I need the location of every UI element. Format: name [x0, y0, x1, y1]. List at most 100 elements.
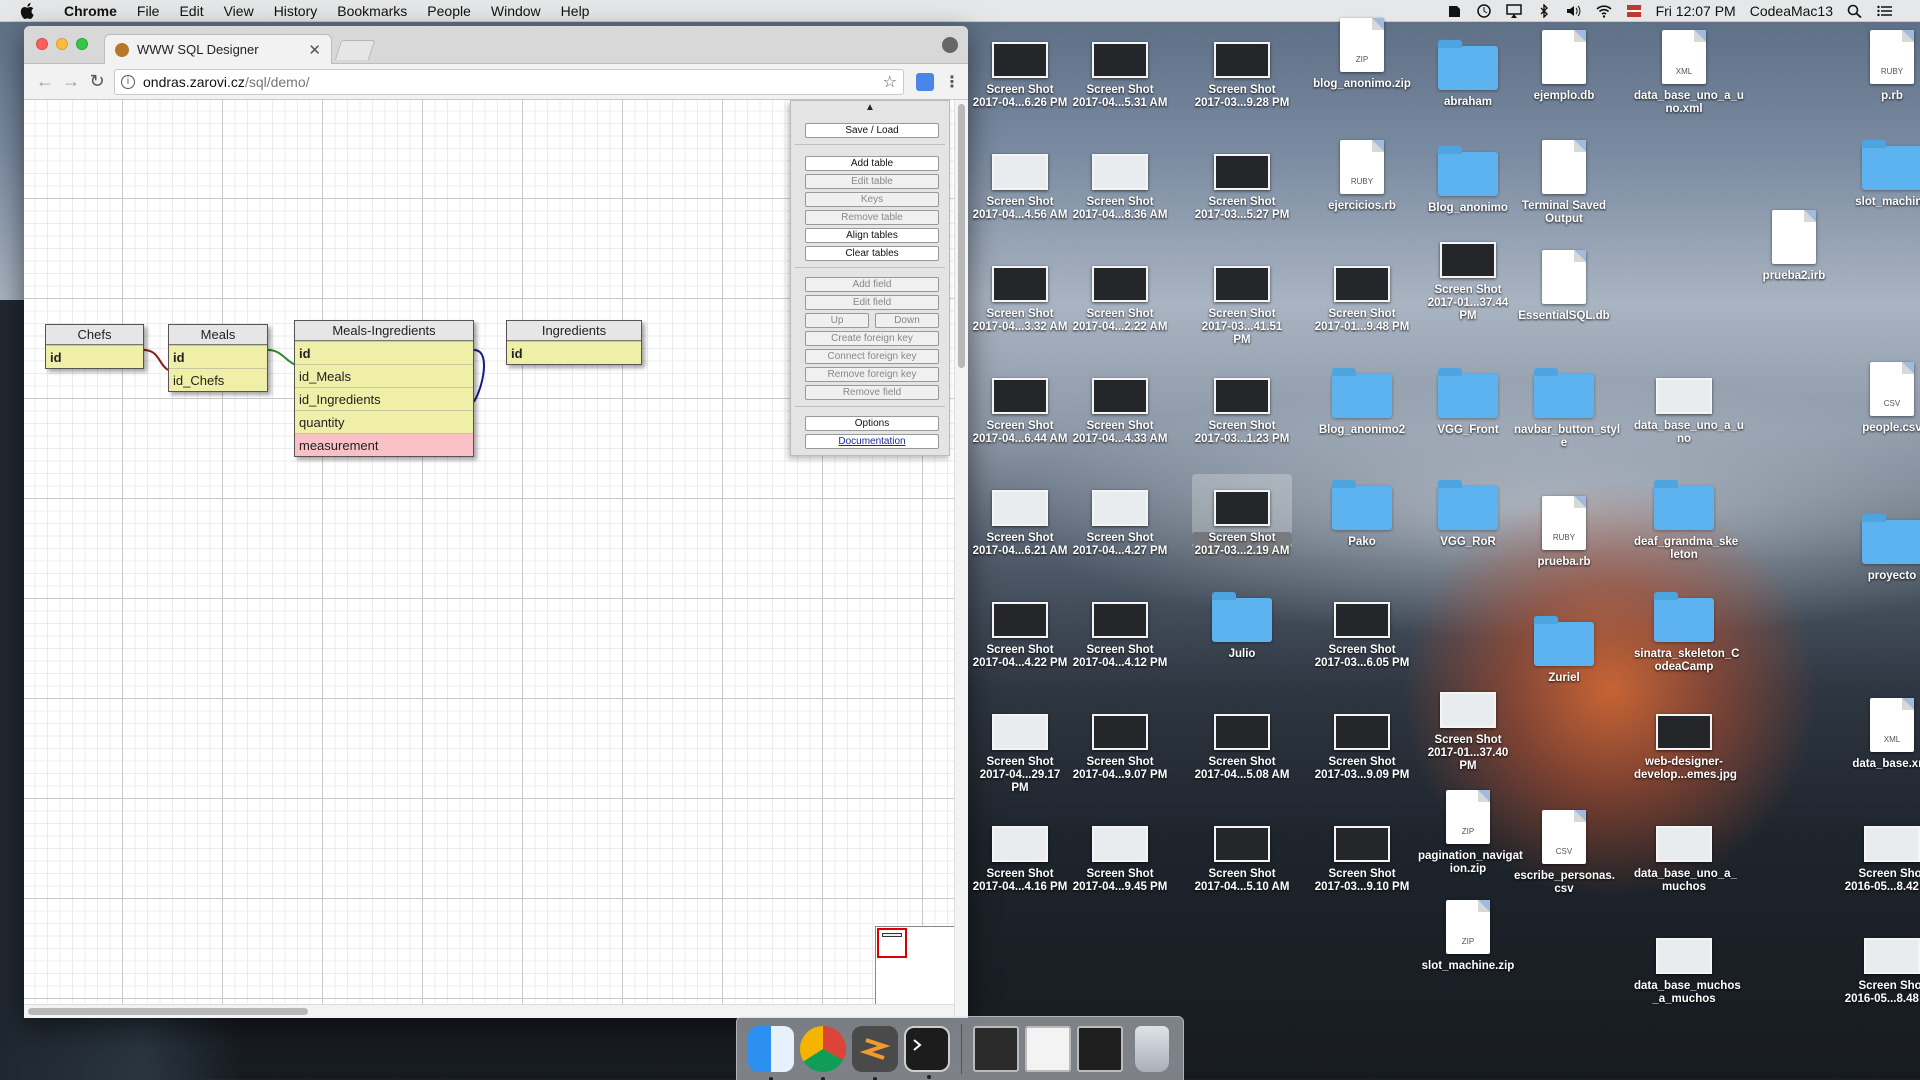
table-field[interactable]: id	[295, 341, 473, 364]
connect-foreign-key-button[interactable]: Connect foreign key	[805, 349, 939, 364]
menu-history[interactable]: History	[264, 3, 328, 19]
desktop-icon[interactable]: Screen Shot2016-05...8.48 PM	[1842, 922, 1920, 1006]
desktop-icon[interactable]: Screen Shot 2017-03...9.09 PM	[1312, 698, 1412, 782]
up-button[interactable]: Up	[805, 313, 869, 328]
menu-view[interactable]: View	[214, 3, 264, 19]
info-icon[interactable]: i	[121, 74, 135, 89]
desktop-icon[interactable]: RUBY ejercicios.rb	[1312, 140, 1412, 213]
clear-tables-button[interactable]: Clear tables	[805, 246, 939, 261]
desktop-icon[interactable]: navbar_button_styl e	[1514, 362, 1620, 450]
desktop-icon[interactable]: VGG_RoR	[1418, 474, 1518, 549]
menu-edit[interactable]: Edit	[169, 3, 213, 19]
desktop-icon[interactable]: Screen Shot 2017-03...1.23 PM	[1192, 362, 1292, 446]
desktop-icon[interactable]: deaf_grandma_ske leton	[1634, 474, 1738, 562]
remove-table-button[interactable]: Remove table	[805, 210, 939, 225]
desktop-icon[interactable]: ZIP blog_anonimo.zip	[1312, 18, 1412, 91]
chrome-dock-icon[interactable]	[800, 1025, 846, 1080]
table-field[interactable]: id_Chefs	[169, 368, 267, 391]
wifi-icon[interactable]	[1596, 4, 1612, 18]
desktop-icon[interactable]: abraham	[1418, 34, 1518, 109]
desktop-icon[interactable]: Screen Shot 2017-03...6.05 PM	[1312, 586, 1412, 670]
add-table-button[interactable]: Add table	[805, 156, 939, 171]
desktop-icon[interactable]: prueba2.irb	[1744, 210, 1844, 283]
tab-www-sql-designer[interactable]: WWW SQL Designer ✕	[104, 34, 332, 64]
chrome-menu-icon[interactable]: ⋮	[944, 72, 960, 92]
table-field[interactable]: id	[46, 345, 143, 368]
desktop-icon[interactable]: Screen Shot 2017-04...6.44 AM	[970, 362, 1070, 446]
desktop-icon[interactable]: Zuriel	[1514, 610, 1614, 685]
desktop-icon[interactable]: data_base_uno_a_u no	[1634, 362, 1744, 446]
bluetooth-icon[interactable]	[1536, 2, 1552, 19]
trash-icon[interactable]	[1135, 1025, 1169, 1072]
remove-field-button[interactable]: Remove field	[805, 385, 939, 400]
remove-foreign-key-button[interactable]: Remove foreign key	[805, 367, 939, 382]
menu-bookmarks[interactable]: Bookmarks	[327, 3, 417, 19]
desktop-icon[interactable]: data_base_uno_a_ muchos	[1634, 810, 1737, 894]
desktop-icon[interactable]: Screen Shot 2017-04...4.12 PM	[1070, 586, 1170, 670]
clock[interactable]: Fri 12:07 PM	[1649, 3, 1743, 19]
close-window-button[interactable]	[36, 38, 48, 50]
desktop-icon[interactable]: Screen Shot 2017-03...2.19 AM	[1192, 474, 1292, 558]
desktop-icon[interactable]: Screen Shot 2017-04...9.45 PM	[1070, 810, 1170, 894]
desktop-icon[interactable]: Screen Shot 2017-04...5.10 AM	[1192, 810, 1292, 894]
desktop-icon[interactable]: Screen Shot 2017-01...37.40 PM	[1418, 676, 1518, 773]
desktop-icon[interactable]: Screen Shot 2017-04...9.07 PM	[1070, 698, 1170, 782]
desktop-icon[interactable]: XML data_base_uno_a_u no.xml	[1634, 30, 1744, 116]
desktop-icon[interactable]: Blog_anonimo2	[1312, 362, 1412, 437]
desktop-icon[interactable]: CSV escribe_personas. csv	[1514, 810, 1615, 896]
menu-window[interactable]: Window	[481, 3, 551, 19]
zoom-window-button[interactable]	[76, 38, 88, 50]
desktop-icon[interactable]: Screen Shot 2017-04...8.36 AM	[1070, 138, 1170, 222]
desktop-icon[interactable]: Blog_anonimo	[1418, 140, 1518, 215]
reload-icon[interactable]: ↻	[84, 69, 110, 95]
desktop-icon[interactable]: Screen Shot 2017-03...9.28 PM	[1192, 26, 1292, 110]
desktop-icon[interactable]: Pako	[1312, 474, 1412, 549]
notification-center-icon[interactable]	[1877, 4, 1893, 18]
options-button[interactable]: Options	[805, 416, 939, 431]
documentation-link[interactable]: Documentation	[805, 434, 939, 449]
desktop-icon[interactable]: CSV people.csv	[1842, 362, 1920, 435]
table-meals[interactable]: Meals id id_Chefs	[168, 324, 268, 392]
desktop-icon[interactable]: RUBY prueba.rb	[1514, 496, 1614, 569]
add-field-button[interactable]: Add field	[805, 277, 939, 292]
menu-help[interactable]: Help	[551, 3, 600, 19]
desktop-icon[interactable]: Terminal Saved Output	[1514, 140, 1614, 226]
desktop-icon[interactable]: sinatra_skeleton_C odeaCamp	[1634, 586, 1739, 674]
edit-table-button[interactable]: Edit table	[805, 174, 939, 189]
desktop-icon[interactable]: VGG_Front	[1418, 362, 1518, 437]
table-chefs[interactable]: Chefs id	[45, 324, 144, 369]
minimized-window-thumbnail[interactable]	[1077, 1025, 1123, 1072]
desktop-icon[interactable]: Screen Shot 2017-04...6.26 PM	[970, 26, 1070, 110]
desktop-icon[interactable]: ZIP pagination_navigat ion.zip	[1418, 790, 1523, 876]
desktop-icon[interactable]: Screen Shot 2017-04...5.08 AM	[1192, 698, 1292, 782]
desktop-icon[interactable]: Screen Shot 2017-04...6.21 AM	[970, 474, 1070, 558]
spotlight-search-icon[interactable]	[1847, 4, 1863, 18]
table-field[interactable]: id_Meals	[295, 364, 473, 387]
user-name[interactable]: CodeaMac13	[1743, 3, 1840, 19]
airplay-icon[interactable]	[1505, 3, 1522, 18]
desktop-icon[interactable]: RUBY p.rb	[1842, 30, 1920, 103]
desktop-icon[interactable]: ZIP slot_machine.zip	[1418, 900, 1518, 973]
desktop-icon[interactable]: Screen Shot 2017-04...4.33 AM	[1070, 362, 1170, 446]
table-meals-ingredients[interactable]: Meals-Ingredients id id_Meals id_Ingredi…	[294, 320, 474, 457]
desktop-icon[interactable]: Screen Shot2016-05...8.42 PM	[1842, 810, 1920, 894]
desktop-icon[interactable]: data_base_muchos _a_muchos	[1634, 922, 1741, 1006]
table-field[interactable]: quantity	[295, 410, 473, 433]
desktop-icon[interactable]: Julio	[1192, 586, 1292, 661]
desktop-icon[interactable]: Screen Shot 2017-04...4.22 PM	[970, 586, 1070, 670]
table-field[interactable]: id	[169, 345, 267, 368]
desktop-icon[interactable]: Screen Shot 2017-04...2.22 AM	[1070, 250, 1170, 334]
minimized-window-thumbnail[interactable]	[973, 1025, 1019, 1072]
collapse-panel-icon[interactable]: ▲	[791, 101, 949, 117]
keys-button[interactable]: Keys	[805, 192, 939, 207]
forward-arrow-icon[interactable]: →	[58, 69, 84, 95]
horizontal-scroll-thumb[interactable]	[28, 1008, 308, 1015]
desktop-icon[interactable]: ejemplo.db	[1514, 30, 1614, 103]
table-field[interactable]: id_Ingredients	[295, 387, 473, 410]
designer-canvas[interactable]: Chefs id Meals id id_Chefs Meals-Ingredi…	[24, 100, 968, 1018]
back-arrow-icon[interactable]: ←	[32, 69, 58, 95]
desktop-icon[interactable]: XML data_base.xml	[1842, 698, 1920, 771]
evernote-icon[interactable]	[1446, 4, 1462, 18]
align-tables-button[interactable]: Align tables	[805, 228, 939, 243]
desktop-icon[interactable]: Screen Shot 2017-03...41.51 PM	[1192, 250, 1292, 347]
